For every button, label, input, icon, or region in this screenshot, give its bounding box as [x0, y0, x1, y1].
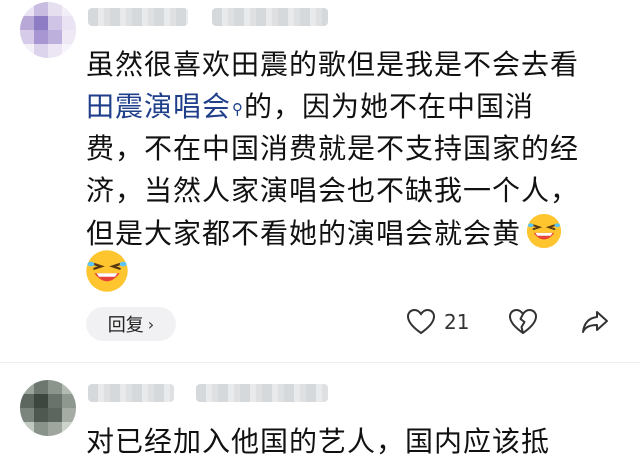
divider — [0, 362, 640, 363]
share-button[interactable] — [580, 308, 610, 336]
comment-line: 济，当然人家演唱会也不缺我一个人， — [86, 174, 580, 207]
comment-line-with-emoji: 但是大家都不看她的演唱会就会黄 — [86, 212, 626, 254]
meta-blurred — [212, 8, 328, 26]
broken-heart-icon — [509, 308, 538, 334]
heart-icon — [406, 308, 436, 335]
comment-line-with-link: 田震演唱会⚲的，因为她不在中国消 — [86, 86, 626, 128]
laughing-face-icon — [526, 213, 562, 249]
avatar[interactable] — [20, 2, 76, 58]
reply-button[interactable]: 回复 › — [86, 307, 176, 341]
reply-label: 回复 — [107, 315, 144, 336]
chevron-right-icon: › — [147, 314, 155, 334]
share-arrow-icon — [582, 311, 608, 333]
search-icon: ⚲ — [232, 100, 245, 118]
dislike-button[interactable] — [508, 308, 538, 336]
comment-body: 虽然很喜欢田震的歌但是我是不会去看 田震演唱会⚲的，因为她不在中国消 费，不在中… — [86, 44, 626, 254]
username-blurred[interactable] — [88, 384, 174, 402]
comment-line: 虽然很喜欢田震的歌但是我是不会去看 — [86, 48, 580, 81]
avatar[interactable] — [20, 380, 76, 436]
comment-line: 费，不在中国消费就是不支持国家的经 — [86, 132, 580, 165]
comment-body: 对已经加入他国的艺人，国内应该抵 — [86, 425, 551, 458]
username-blurred[interactable] — [88, 8, 188, 26]
like-button[interactable]: 21 — [406, 308, 469, 336]
meta-blurred — [196, 384, 328, 402]
like-count: 21 — [444, 310, 470, 334]
laughing-face-icon — [86, 250, 128, 292]
search-link[interactable]: 田震演唱会⚲ — [86, 90, 244, 123]
